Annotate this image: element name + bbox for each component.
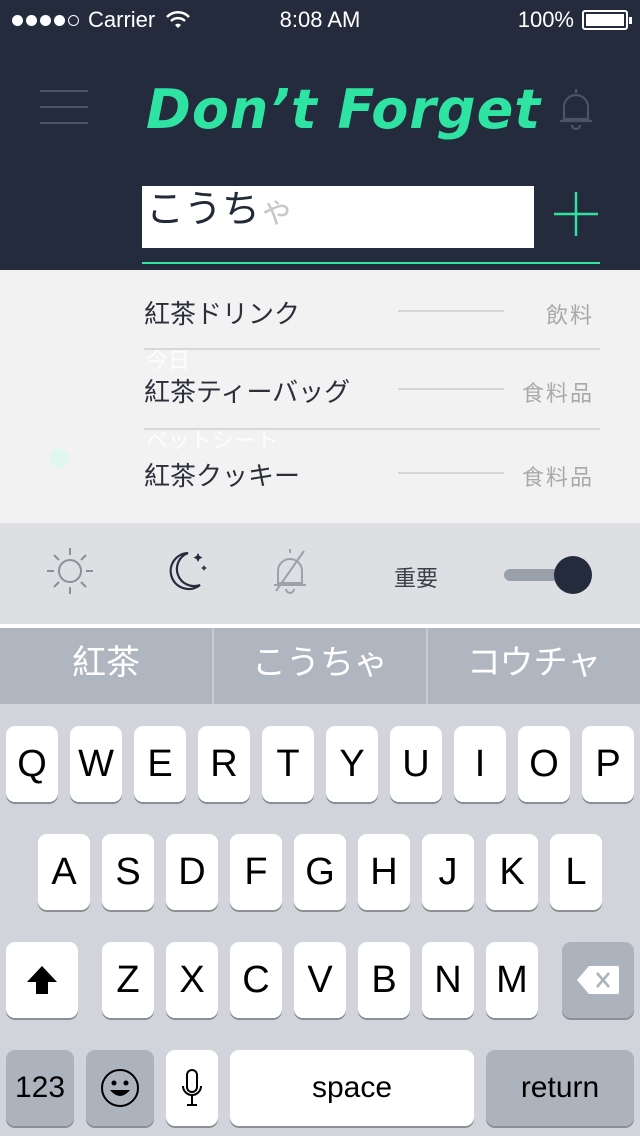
suggestion-dash [398, 388, 504, 390]
key-i[interactable]: I [454, 726, 506, 802]
dictation-key[interactable] [166, 1050, 218, 1126]
ghost-dot [50, 449, 69, 468]
key-u[interactable]: U [390, 726, 442, 802]
key-j[interactable]: J [422, 834, 474, 910]
bell-icon[interactable] [556, 85, 596, 131]
key-t[interactable]: T [262, 726, 314, 802]
item-input[interactable]: こうちゃ [142, 186, 534, 248]
key-q[interactable]: Q [6, 726, 58, 802]
backspace-icon [577, 966, 619, 994]
key-y[interactable]: Y [326, 726, 378, 802]
suggestion-name: 紅茶ドリンク [144, 300, 301, 330]
emoji-key[interactable] [86, 1050, 154, 1126]
conversion-candidates: 紅茶 こうちゃ コウチャ [0, 628, 640, 704]
suggestion-list: 今日 ペットシート 紅茶ドリンク 飲料 紅茶ティーバッグ 食料品 紅茶クッキー … [0, 270, 640, 523]
microphone-icon [182, 1069, 202, 1106]
numbers-key[interactable]: 123 [6, 1050, 74, 1126]
bell-off-icon[interactable] [264, 545, 316, 597]
key-x[interactable]: X [166, 942, 218, 1018]
key-v[interactable]: V [294, 942, 346, 1018]
delete-key[interactable] [562, 942, 634, 1018]
status-bar: Carrier 8:08 AM 100% [0, 0, 640, 40]
key-k[interactable]: K [486, 834, 538, 910]
shift-key[interactable] [6, 942, 78, 1018]
key-m[interactable]: M [486, 942, 538, 1018]
key-o[interactable]: O [518, 726, 570, 802]
key-c[interactable]: C [230, 942, 282, 1018]
key-a[interactable]: A [38, 834, 90, 910]
battery-status: 100% [517, 7, 632, 33]
app-header: Carrier 8:08 AM 100% Don’t Forget こうちゃ [0, 0, 640, 270]
suggestion-category: 食料品 [521, 466, 594, 491]
key-r[interactable]: R [198, 726, 250, 802]
candidate-button[interactable]: こうちゃ [214, 628, 428, 704]
key-b[interactable]: B [358, 942, 410, 1018]
candidate-button[interactable]: コウチャ [428, 628, 640, 704]
suggestion-item[interactable]: 紅茶ティーバッグ 食料品 [144, 350, 600, 430]
suggestion-name: 紅茶クッキー [144, 462, 301, 492]
hamburger-menu-icon[interactable] [40, 90, 88, 124]
sun-icon[interactable] [44, 545, 96, 597]
key-l[interactable]: L [550, 834, 602, 910]
suggestion-category: 飲料 [545, 304, 594, 329]
space-key[interactable]: space [230, 1050, 474, 1126]
plus-icon[interactable] [552, 190, 600, 238]
input-marked-text: ゃ [260, 191, 295, 231]
input-text: こうち [146, 187, 261, 231]
key-d[interactable]: D [166, 834, 218, 910]
emoji-icon [101, 1069, 139, 1107]
options-toolbar: 重要 [0, 523, 640, 624]
keyboard: Q W E R T Y U I O P A S D F G H J K L Z … [0, 704, 640, 1136]
shift-icon [27, 966, 57, 994]
key-p[interactable]: P [582, 726, 634, 802]
important-label: 重要 [394, 567, 439, 592]
suggestion-category: 食料品 [521, 382, 594, 407]
key-h[interactable]: H [358, 834, 410, 910]
key-s[interactable]: S [102, 834, 154, 910]
moon-icon[interactable] [158, 545, 210, 597]
input-underline [142, 262, 600, 264]
key-e[interactable]: E [134, 726, 186, 802]
suggestion-item[interactable]: 紅茶クッキー 食料品 [144, 430, 600, 510]
key-f[interactable]: F [230, 834, 282, 910]
suggestion-name: 紅茶ティーバッグ [144, 378, 351, 408]
suggestion-dash [398, 472, 504, 474]
return-key[interactable]: return [486, 1050, 634, 1126]
app-title: Don’t Forget [146, 78, 542, 141]
key-g[interactable]: G [294, 834, 346, 910]
battery-icon [582, 10, 632, 30]
key-z[interactable]: Z [102, 942, 154, 1018]
candidate-button[interactable]: 紅茶 [0, 628, 214, 704]
key-n[interactable]: N [422, 942, 474, 1018]
key-w[interactable]: W [70, 726, 122, 802]
important-toggle[interactable] [504, 555, 594, 595]
suggestion-dash [398, 310, 504, 312]
battery-percent: 100% [517, 7, 574, 32]
suggestion-item[interactable]: 紅茶ドリンク 飲料 [144, 270, 600, 350]
